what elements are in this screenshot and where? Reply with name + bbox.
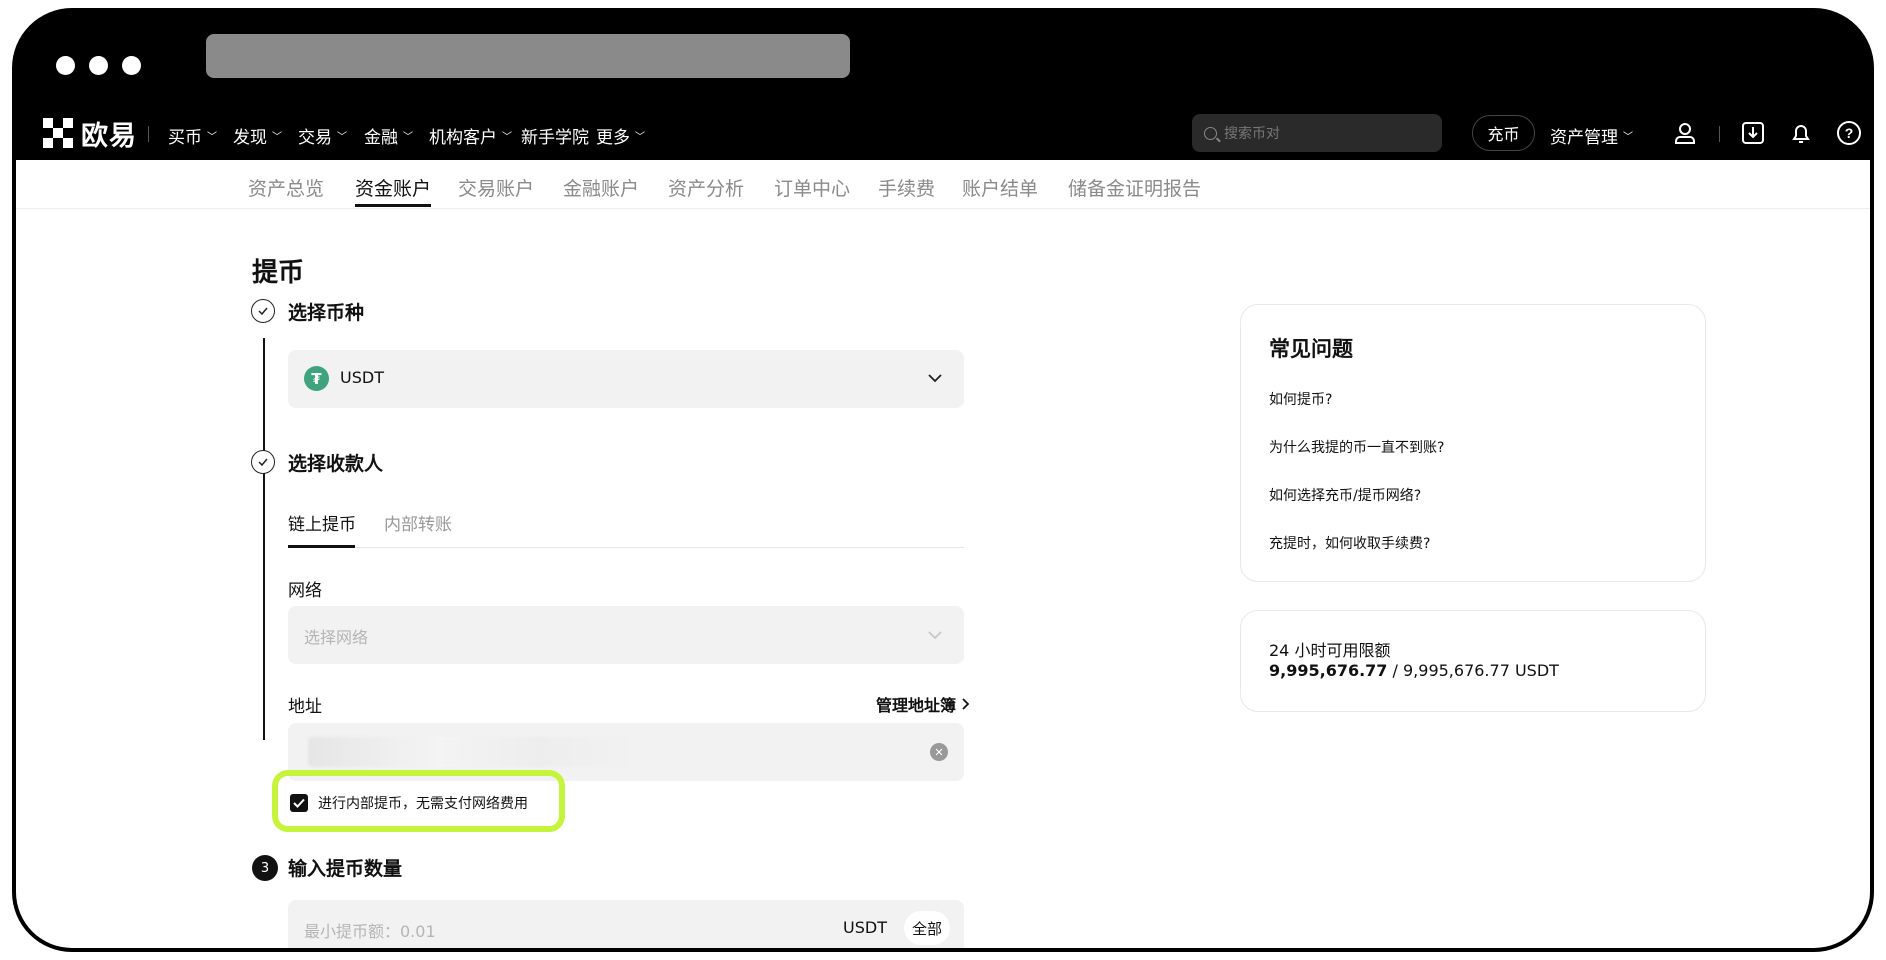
faq-title: 常见问题	[1269, 337, 1353, 361]
limit-value: 9,995,676.77 / 9,995,676.77 USDT	[1269, 661, 1559, 680]
nav-buy-crypto[interactable]: 买币 ﹀	[168, 123, 217, 148]
step2-title: 选择收款人	[288, 453, 384, 475]
active-tab-indicator	[288, 545, 355, 548]
search-input[interactable]: 搜索币对	[1192, 114, 1442, 152]
nav-trade[interactable]: 交易 ﹀	[298, 123, 347, 148]
network-placeholder: 选择网络	[304, 628, 369, 647]
window-dot-icon	[122, 56, 141, 75]
amount-unit: USDT	[843, 918, 887, 937]
amount-placeholder: 最小提币额：0.01	[304, 922, 436, 941]
chevron-down-icon: ﹀	[403, 132, 413, 143]
network-label: 网络	[288, 581, 322, 601]
address-bar[interactable]	[206, 34, 850, 78]
account-subnav: 资产总览 资金账户 交易账户 金融账户 资产分析 订单中心 手续费 账户结单 储…	[16, 160, 1870, 209]
help-icon[interactable]: ?	[1836, 120, 1862, 146]
redacted-address	[308, 737, 636, 767]
internal-transfer-label[interactable]: 进行内部提币，无需支付网络费用	[318, 793, 528, 813]
nav-discover[interactable]: 发现 ﹀	[233, 123, 282, 148]
divider	[148, 126, 149, 142]
faq-link[interactable]: 为什么我提的币一直不到账?	[1269, 437, 1444, 457]
chevron-down-icon: ﹀	[207, 132, 217, 143]
tab-order-center[interactable]: 订单中心	[774, 174, 850, 201]
tab-trading-account[interactable]: 交易账户	[458, 174, 534, 201]
top-navigation: 欧易 买币 ﹀ 发现 ﹀ 交易 ﹀ 金融 ﹀ 机构客户 ﹀ 新手学院 更多 ﹀ 搜索币对 充…	[16, 106, 1870, 160]
device-frame: 欧易 买币 ﹀ 发现 ﹀ 交易 ﹀ 金融 ﹀ 机构客户 ﹀ 新手学院 更多 ﹀ 搜索币对 充…	[12, 8, 1874, 952]
chevron-right-icon	[962, 698, 970, 710]
internal-transfer-highlight: 进行内部提币，无需支付网络费用	[272, 770, 565, 832]
step1-title: 选择币种	[288, 302, 365, 324]
chevron-down-icon: ﹀	[635, 132, 645, 143]
chevron-down-icon: ﹀	[337, 132, 347, 143]
page-title: 提币	[252, 258, 305, 288]
network-select[interactable]: 选择网络	[288, 606, 964, 664]
max-amount-button[interactable]: 全部	[904, 911, 950, 945]
limit-available: 9,995,676.77	[1269, 661, 1388, 680]
tab-funding-account[interactable]: 资金账户	[355, 174, 431, 201]
window-dot-icon	[56, 56, 75, 75]
download-icon[interactable]	[1740, 120, 1766, 146]
browser-viewport: 欧易 买币 ﹀ 发现 ﹀ 交易 ﹀ 金融 ﹀ 机构客户 ﹀ 新手学院 更多 ﹀ 搜索币对 充…	[16, 106, 1870, 948]
address-label: 地址	[288, 697, 322, 717]
chevron-down-icon	[928, 374, 942, 383]
deposit-button[interactable]: 充币	[1472, 115, 1535, 151]
active-tab-indicator	[355, 204, 431, 207]
faq-link[interactable]: 充提时，如何收取手续费?	[1269, 533, 1430, 553]
nav-finance[interactable]: 金融 ﹀	[364, 123, 413, 148]
step3-number: 3	[252, 855, 278, 881]
tab-internal-transfer[interactable]: 内部转账	[384, 510, 452, 535]
nav-institutional[interactable]: 机构客户 ﹀	[429, 123, 512, 148]
tab-fees[interactable]: 手续费	[878, 174, 935, 201]
nav-more[interactable]: 更多 ﹀	[596, 123, 645, 148]
user-icon[interactable]	[1672, 120, 1698, 146]
chevron-down-icon	[928, 631, 942, 640]
limit-label: 24 小时可用限额	[1269, 641, 1391, 660]
logo[interactable]: 欧易	[43, 118, 137, 152]
chevron-down-icon: ﹀	[1623, 132, 1633, 143]
window-dot-icon	[89, 56, 108, 75]
tab-onchain-withdrawal[interactable]: 链上提币	[288, 510, 356, 535]
limit-separator: /	[1387, 661, 1403, 680]
stepper-line	[263, 338, 265, 740]
tab-proof-of-reserves[interactable]: 储备金证明报告	[1068, 174, 1201, 201]
asset-management-menu[interactable]: 资产管理 ﹀	[1550, 123, 1633, 148]
withdrawal-limit-card: 24 小时可用限额 9,995,676.77 / 9,995,676.77 US…	[1240, 610, 1706, 712]
clear-icon[interactable]: ✕	[930, 743, 948, 761]
amount-input[interactable]: 最小提币额：0.01 USDT 全部	[288, 900, 964, 948]
logo-text: 欧易	[81, 120, 137, 152]
limit-total: 9,995,676.77 USDT	[1403, 661, 1559, 680]
svg-text:?: ?	[1845, 125, 1854, 141]
coin-name: USDT	[340, 368, 384, 387]
step-check-icon	[251, 450, 275, 474]
nav-learn[interactable]: 新手学院	[521, 123, 589, 148]
chevron-down-icon: ﹀	[502, 132, 512, 143]
address-book-link[interactable]: 管理地址簿	[876, 692, 970, 716]
step3-title: 输入提币数量	[288, 858, 403, 880]
faq-card: 常见问题 如何提币? 为什么我提的币一直不到账? 如何选择充币/提币网络? 充提…	[1240, 304, 1706, 582]
tab-asset-analysis[interactable]: 资产分析	[668, 174, 744, 201]
tabs-divider	[288, 547, 964, 548]
coin-select[interactable]: ₮ USDT	[288, 350, 964, 408]
faq-link[interactable]: 如何选择充币/提币网络?	[1269, 485, 1421, 505]
bell-icon[interactable]	[1788, 120, 1814, 146]
chevron-down-icon: ﹀	[272, 132, 282, 143]
internal-transfer-checkbox[interactable]	[290, 794, 308, 812]
faq-link[interactable]: 如何提币?	[1269, 389, 1332, 409]
step-check-icon	[251, 299, 275, 323]
tab-statements[interactable]: 账户结单	[962, 174, 1038, 201]
logo-mark-icon	[43, 118, 73, 148]
tab-asset-overview[interactable]: 资产总览	[248, 174, 324, 201]
usdt-icon: ₮	[304, 366, 329, 391]
search-icon	[1204, 126, 1217, 140]
divider	[1719, 126, 1720, 142]
tab-earn-account[interactable]: 金融账户	[563, 174, 639, 201]
